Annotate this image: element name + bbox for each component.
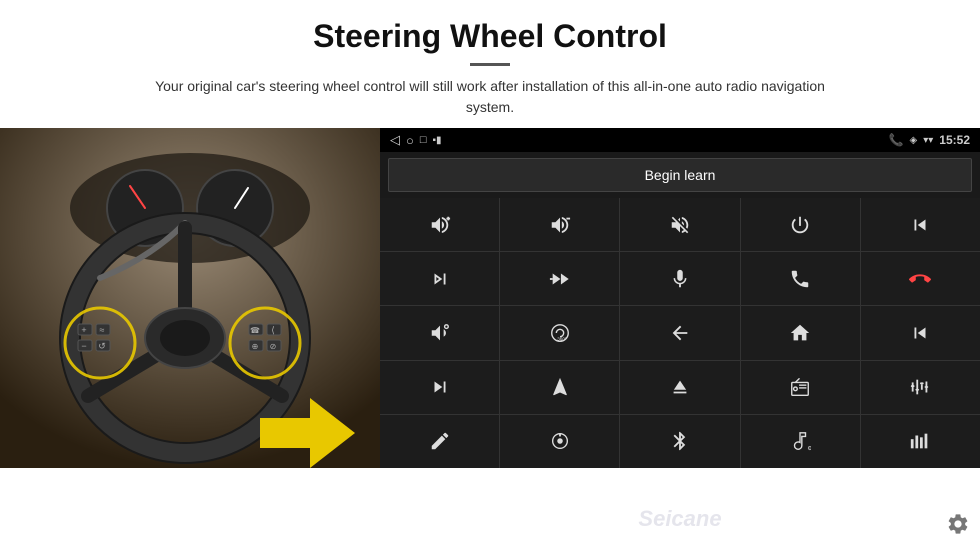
svg-text:⊕: ⊕	[252, 342, 259, 351]
back-nav-button[interactable]	[620, 306, 739, 359]
android-panel-wrapper: ◁ ○ □ ▪▮ 📞 ◈ ▾▾ 15:52 Begin learn	[380, 128, 980, 548]
android-panel: ◁ ○ □ ▪▮ 📞 ◈ ▾▾ 15:52 Begin learn	[380, 128, 980, 468]
begin-learn-row: Begin learn	[380, 152, 980, 198]
svg-text:−: −	[81, 341, 86, 351]
svg-text:⟨: ⟨	[271, 325, 275, 335]
eject-button[interactable]	[620, 361, 739, 414]
status-bar-right: 📞 ◈ ▾▾ 15:52	[889, 133, 970, 147]
svg-text:⊘: ⊘	[270, 342, 277, 351]
eq-button[interactable]	[861, 361, 980, 414]
back-icon[interactable]: ◁	[390, 132, 400, 148]
page-title: Steering Wheel Control	[60, 18, 920, 55]
prev-track-button[interactable]	[861, 198, 980, 251]
sound-bars-button[interactable]	[861, 415, 980, 468]
svg-text:+: +	[81, 325, 86, 335]
svg-text:↺: ↺	[98, 341, 106, 351]
header-section: Steering Wheel Control Your original car…	[0, 0, 980, 128]
home-nav-button[interactable]	[741, 306, 860, 359]
music-button[interactable]: ⚙	[741, 415, 860, 468]
hang-up-button[interactable]	[861, 252, 980, 305]
skip-back-button[interactable]	[861, 306, 980, 359]
settings-knob-button[interactable]	[500, 415, 619, 468]
svg-text:≈: ≈	[100, 325, 105, 335]
content-row: + ≈ − ↺ ☎ ⟨ ⊕ ⊘	[0, 128, 980, 548]
wifi-icon: ▾▾	[923, 135, 933, 146]
gear-icon[interactable]	[946, 512, 970, 542]
bluetooth-button[interactable]	[620, 415, 739, 468]
next-button[interactable]	[380, 252, 499, 305]
power-button[interactable]	[741, 198, 860, 251]
battery-icon: ▪▮	[433, 135, 442, 146]
page-wrapper: Steering Wheel Control Your original car…	[0, 0, 980, 548]
seicane-watermark: Seicane	[638, 506, 721, 532]
phone-button[interactable]	[741, 252, 860, 305]
radio-button[interactable]	[741, 361, 860, 414]
vol-up-button[interactable]	[380, 198, 499, 251]
controls-grid: 360°	[380, 198, 980, 468]
android-status-bar: ◁ ○ □ ▪▮ 📞 ◈ ▾▾ 15:52	[380, 128, 980, 152]
phone-status-icon: 📞	[889, 133, 904, 147]
mic-button[interactable]	[620, 252, 739, 305]
svg-text:⚙: ⚙	[808, 446, 812, 453]
svg-text:360°: 360°	[557, 336, 567, 341]
navigate-button[interactable]	[500, 361, 619, 414]
location-icon: ◈	[910, 135, 918, 146]
vol-down-button[interactable]	[500, 198, 619, 251]
home-circle-icon[interactable]: ○	[406, 133, 414, 148]
horn-button[interactable]	[380, 306, 499, 359]
begin-learn-button[interactable]: Begin learn	[388, 158, 972, 192]
fast-forward-button[interactable]	[500, 252, 619, 305]
360-button[interactable]: 360°	[500, 306, 619, 359]
skip-forward-button[interactable]	[380, 361, 499, 414]
edit-button[interactable]	[380, 415, 499, 468]
recents-icon[interactable]: □	[420, 134, 427, 146]
svg-text:☎: ☎	[250, 326, 260, 335]
steering-wheel-svg: + ≈ − ↺ ☎ ⟨ ⊕ ⊘	[0, 128, 380, 468]
page-subtitle: Your original car's steering wheel contr…	[140, 76, 840, 118]
steering-wheel-panel: + ≈ − ↺ ☎ ⟨ ⊕ ⊘	[0, 128, 380, 468]
mute-button[interactable]	[620, 198, 739, 251]
title-divider	[470, 63, 510, 66]
time-display: 15:52	[939, 133, 970, 147]
status-bar-left: ◁ ○ □ ▪▮	[390, 132, 442, 148]
